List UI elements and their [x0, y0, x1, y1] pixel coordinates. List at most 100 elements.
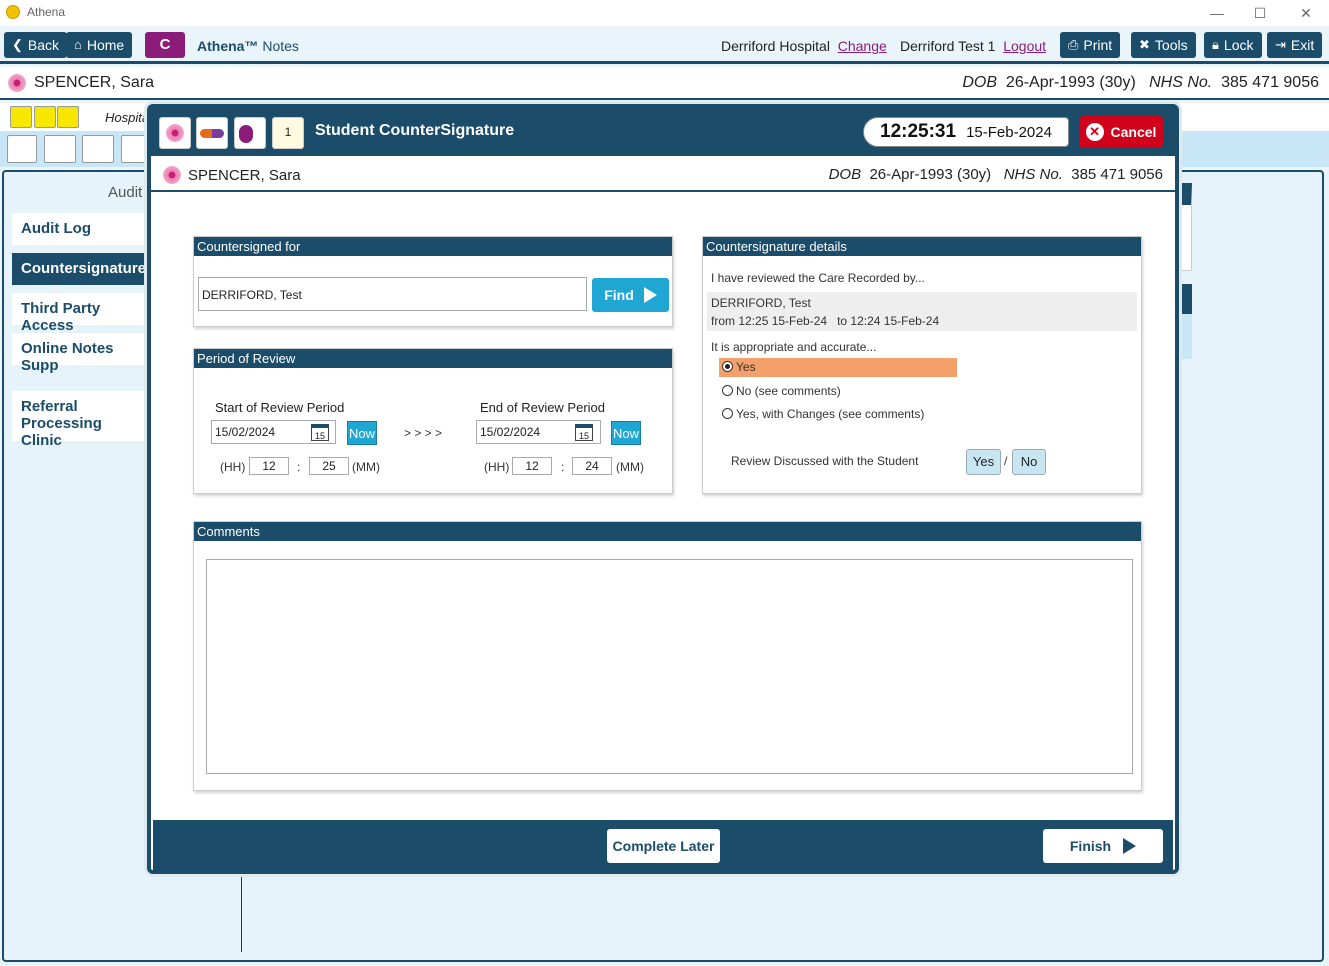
medication-icon[interactable] [196, 117, 228, 149]
patient-banner: SPENCER, Sara DOB 26-Apr-1993 (30y) NHS … [0, 67, 1329, 100]
option-yes-changes-label: Yes, with Changes (see comments) [736, 407, 925, 421]
countersignature-details-header: Countersignature details [703, 237, 1141, 256]
dialog-patient-name: SPENCER, Sara [163, 166, 301, 184]
side-item-third-party-access[interactable]: Third Party Access [12, 293, 152, 334]
discussed-no-button[interactable]: No [1012, 449, 1046, 475]
reviewed-text: I have reviewed the Care Recorded by... [711, 271, 925, 285]
minimize-button[interactable]: — [1207, 3, 1227, 23]
start-colon: : [297, 460, 301, 474]
print-button[interactable]: ⎙ Print [1060, 32, 1121, 58]
flower-icon[interactable] [159, 117, 191, 149]
change-hospital-link[interactable]: Change [838, 38, 887, 54]
dob-value: 26-Apr-1993 (30y) [869, 166, 992, 183]
start-mm-label: (MM) [352, 460, 380, 474]
calendar-icon[interactable]: 15 [575, 424, 593, 441]
comments-textarea[interactable] [206, 559, 1133, 774]
complete-later-button[interactable]: Complete Later [607, 829, 720, 863]
c-button[interactable]: C [145, 32, 185, 58]
patient-demographics: DOB 26-Apr-1993 (30y) NHS No. 385 471 90… [962, 74, 1319, 92]
calendar-icon[interactable]: 1 [272, 117, 304, 149]
help-icon[interactable] [34, 106, 56, 128]
reviewer-name: DERRIFORD, Test [711, 296, 811, 310]
radio-checked-icon [722, 361, 733, 372]
countersigned-for-input[interactable]: DERRIFORD, Test [198, 277, 587, 311]
dob-value: 26-Apr-1993 (30y) [1005, 74, 1136, 91]
side-item-referral-processing[interactable]: Referral Processing Clinic [12, 391, 152, 449]
reviewer-box: DERRIFORD, Test from 12:25 15-Feb-24 to … [707, 292, 1137, 331]
dialog-patient-demographics: DOB 26-Apr-1993 (30y) NHS No. 385 471 90… [829, 166, 1163, 183]
user-name: Derriford Test 1 [900, 38, 996, 54]
window-title: Athena [27, 5, 66, 19]
observations-icon[interactable] [82, 135, 114, 163]
start-period-label: Start of Review Period [215, 400, 345, 415]
discussed-label: Review Discussed with the Student [731, 454, 919, 468]
flower-icon[interactable] [7, 135, 37, 163]
play-icon [1123, 838, 1137, 854]
find-label: Find [604, 287, 634, 303]
reviewer-range: from 12:25 15-Feb-24 to 12:24 15-Feb-24 [711, 314, 940, 328]
radio-unchecked-icon [722, 385, 733, 396]
dialog-patient-name-text: SPENCER, Sara [188, 166, 301, 184]
period-of-review-header: Period of Review [194, 349, 672, 368]
home-button[interactable]: ⌂ Home [66, 32, 133, 58]
end-mm-input[interactable]: 24 [572, 457, 612, 475]
hospital-name: Derriford Hospital [721, 38, 830, 54]
back-button[interactable]: ❮ Back [4, 32, 68, 58]
calendar-icon[interactable]: 15 [311, 424, 329, 441]
app-section: Notes [262, 38, 299, 54]
nhs-value: 385 471 9056 [1071, 166, 1163, 183]
close-window-button[interactable]: ✕ [1296, 3, 1316, 23]
lock-label: Lock [1223, 37, 1254, 53]
clock-date: 15-Feb-2024 [966, 123, 1052, 141]
exit-button[interactable]: ⇥ Exit [1267, 32, 1323, 58]
option-yes-changes[interactable]: Yes, with Changes (see comments) [722, 407, 924, 421]
alerts-icon[interactable] [10, 106, 32, 128]
medication-icon[interactable] [44, 135, 76, 163]
finish-button[interactable]: Finish [1043, 829, 1163, 863]
observations-icon[interactable] [234, 117, 266, 149]
tools-button[interactable]: ✖ Tools [1131, 32, 1196, 58]
end-hh-label: (HH) [484, 460, 510, 474]
end-now-button[interactable]: Now [611, 421, 641, 445]
dialog-title: Student CounterSignature [315, 122, 515, 139]
discussed-yes-button[interactable]: Yes [966, 449, 1001, 475]
start-hh-input[interactable]: 12 [249, 457, 289, 475]
start-hh-label: (HH) [220, 460, 246, 474]
calendar-glyph: 1 [284, 125, 292, 139]
find-button[interactable]: Find [592, 278, 669, 312]
lock-icon: 🔒︎ [1212, 37, 1219, 52]
start-now-button[interactable]: Now [347, 421, 377, 445]
app-heading: Athena™ Notes [197, 38, 299, 54]
observation-glyph [239, 125, 253, 143]
window-titlebar: Athena — ☐ ✕ [0, 0, 1329, 26]
clock-time: 12:25:31 [880, 121, 957, 142]
side-item-audit-log[interactable]: Audit Log [12, 213, 152, 245]
info-icon[interactable] [57, 106, 79, 128]
back-label: Back [27, 37, 60, 53]
exit-icon: ⇥ [1275, 37, 1286, 52]
end-date-value: 15/02/2024 [480, 425, 541, 439]
option-yes[interactable]: Yes [719, 358, 957, 377]
finish-label: Finish [1069, 838, 1112, 854]
exit-label: Exit [1290, 37, 1315, 53]
flower-icon [8, 74, 26, 92]
maximize-button[interactable]: ☐ [1250, 3, 1270, 23]
countersignature-details-card: Countersignature details I have reviewed… [702, 236, 1142, 494]
print-label: Print [1083, 37, 1113, 53]
lock-button[interactable]: 🔒︎ Lock [1204, 32, 1262, 58]
calendar-icon[interactable] [121, 135, 149, 163]
end-hh-input[interactable]: 12 [512, 457, 552, 475]
countersigned-for-card: Countersigned for DERRIFORD, Test Find [193, 236, 673, 327]
side-item-countersignature[interactable]: Countersignature [12, 253, 152, 285]
flower-glyph [166, 124, 184, 142]
play-icon [643, 287, 657, 303]
cancel-label: Cancel [1110, 124, 1157, 140]
home-icon: ⌂ [74, 37, 82, 52]
option-no[interactable]: No (see comments) [722, 384, 841, 398]
side-item-online-notes[interactable]: Online Notes Supp [12, 333, 152, 374]
background-divider [241, 874, 242, 952]
start-date-value: 15/02/2024 [215, 425, 276, 439]
logout-link[interactable]: Logout [1003, 38, 1046, 54]
start-mm-input[interactable]: 25 [309, 457, 349, 475]
cancel-button[interactable]: ✕ Cancel [1079, 116, 1163, 148]
